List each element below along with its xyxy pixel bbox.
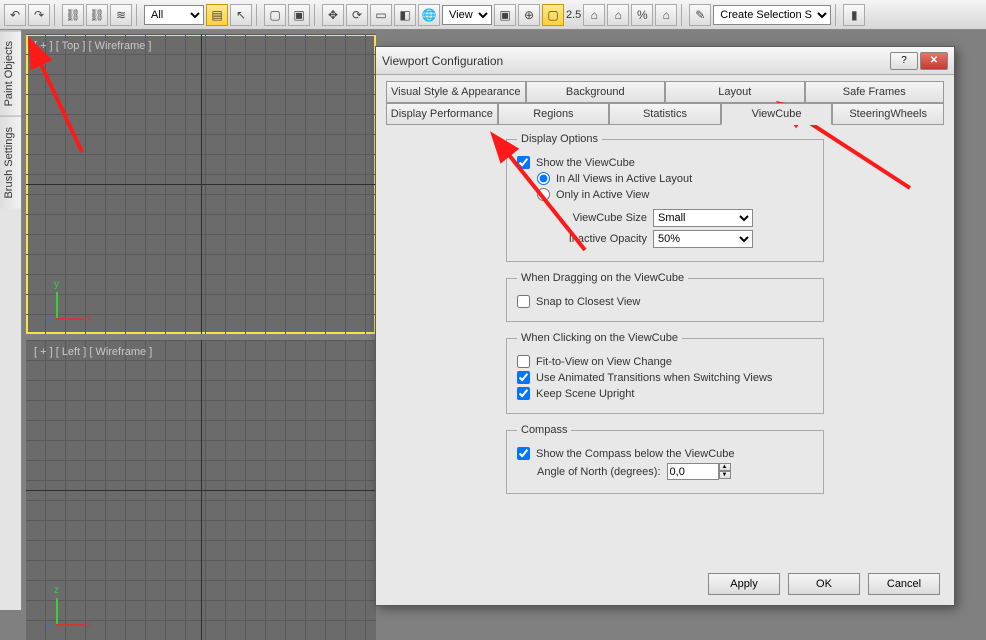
checkbox-snap-closest[interactable] (517, 295, 530, 308)
label-viewcube-size: ViewCube Size (537, 212, 647, 224)
filter-dropdown[interactable]: All (144, 5, 204, 25)
label-inactive-opacity: Inactive Opacity (537, 233, 647, 245)
fieldset-when-dragging: When Dragging on the ViewCube Snap to Cl… (506, 272, 824, 322)
undo-icon[interactable]: ↶ (4, 4, 26, 26)
spinner-snap-icon[interactable]: ⌂ (655, 4, 677, 26)
snap-toggle-icon[interactable]: ⌂ (583, 4, 605, 26)
fieldset-when-clicking: When Clicking on the ViewCube Fit-to-Vie… (506, 332, 824, 414)
label-fit-to-view: Fit-to-View on View Change (536, 356, 672, 368)
tab-safe-frames[interactable]: Safe Frames (805, 81, 945, 103)
legend-display-options: Display Options (517, 133, 602, 145)
angle-snap-icon[interactable]: ⌂ (607, 4, 629, 26)
label-show-compass: Show the Compass below the ViewCube (536, 448, 735, 460)
main-toolbar: ↶ ↷ ⛓ ⛓ ≋ All ▤ ↖ ▢ ▣ ✥ ⟳ ▭ ◧ 🌐 View ▣ ⊕… (0, 0, 986, 30)
checkbox-keep-upright[interactable] (517, 387, 530, 400)
select-viewcube-size[interactable]: Small (653, 209, 753, 227)
mirror-icon[interactable]: ▮ (843, 4, 865, 26)
earth-icon[interactable]: 🌐 (418, 4, 440, 26)
side-tab-brush-settings[interactable]: Brush Settings (0, 116, 21, 209)
label-keep-upright: Keep Scene Upright (536, 388, 634, 400)
pivot-icon[interactable]: ▣ (494, 4, 516, 26)
checkbox-show-viewcube[interactable] (517, 156, 530, 169)
unlink-icon[interactable]: ⛓ (86, 4, 108, 26)
side-tabs: Paint Objects Brush Settings (0, 30, 22, 610)
ok-button[interactable]: OK (788, 573, 860, 595)
placement-icon[interactable]: ◧ (394, 4, 416, 26)
named-selection-dropdown[interactable]: Create Selection Se (713, 5, 831, 25)
viewport-left-label[interactable]: [ + ] [ Left ] [ Wireframe ] (34, 346, 152, 358)
label-animated-transitions: Use Animated Transitions when Switching … (536, 372, 772, 384)
label-angle-north: Angle of North (degrees): (537, 466, 661, 478)
legend-compass: Compass (517, 424, 571, 436)
select-cursor-icon[interactable]: ↖ (230, 4, 252, 26)
tab-statistics[interactable]: Statistics (609, 103, 721, 125)
viewport-left[interactable]: [ + ] [ Left ] [ Wireframe ] zxy (26, 340, 376, 640)
tab-visual-style[interactable]: Visual Style & Appearance (386, 81, 526, 103)
fieldset-compass: Compass Show the Compass below the ViewC… (506, 424, 824, 494)
select-inactive-opacity[interactable]: 50% (653, 230, 753, 248)
label-in-all-views: In All Views in Active Layout (556, 173, 692, 185)
selection-lock-icon[interactable]: ▢ (542, 4, 564, 26)
checkbox-fit-to-view[interactable] (517, 355, 530, 368)
bind-icon[interactable]: ≋ (110, 4, 132, 26)
side-tab-paint-objects[interactable]: Paint Objects (0, 30, 21, 116)
scale-icon[interactable]: ▭ (370, 4, 392, 26)
viewport-configuration-dialog: Viewport Configuration ? ✕ Visual Style … (375, 46, 955, 606)
radio-only-active[interactable] (537, 188, 550, 201)
legend-when-dragging: When Dragging on the ViewCube (517, 272, 688, 284)
checkbox-show-compass[interactable] (517, 447, 530, 460)
dialog-title: Viewport Configuration (382, 54, 503, 68)
select-region-icon[interactable]: ▢ (264, 4, 286, 26)
tab-layout[interactable]: Layout (665, 81, 805, 103)
percent-snap-icon[interactable]: % (631, 4, 653, 26)
label-only-active: Only in Active View (556, 189, 649, 201)
edit-named-icon[interactable]: ✎ (689, 4, 711, 26)
move-icon[interactable]: ✥ (322, 4, 344, 26)
checkbox-animated-transitions[interactable] (517, 371, 530, 384)
select-window-icon[interactable]: ▣ (288, 4, 310, 26)
snap-value: 2.5 (566, 9, 581, 21)
viewport-top-label[interactable]: [ + ] [ Top ] [ Wireframe ] (34, 40, 151, 52)
legend-when-clicking: When Clicking on the ViewCube (517, 332, 682, 344)
close-button[interactable]: ✕ (920, 52, 948, 70)
label-snap-closest: Snap to Closest View (536, 296, 640, 308)
help-button[interactable]: ? (890, 52, 918, 70)
cancel-button[interactable]: Cancel (868, 573, 940, 595)
radio-in-all-views[interactable] (537, 172, 550, 185)
tab-background[interactable]: Background (526, 81, 666, 103)
viewport-top[interactable]: [ + ] [ Top ] [ Wireframe ] yxz (26, 34, 376, 334)
input-angle-north[interactable] (667, 463, 719, 480)
tab-viewcube[interactable]: ViewCube (721, 103, 833, 125)
spinner-up-icon[interactable]: ▲ (719, 463, 731, 471)
spinner-down-icon[interactable]: ▼ (719, 471, 731, 479)
tab-regions[interactable]: Regions (498, 103, 610, 125)
rotate-icon[interactable]: ⟳ (346, 4, 368, 26)
link-icon[interactable]: ⛓ (62, 4, 84, 26)
redo-icon[interactable]: ↷ (28, 4, 50, 26)
fieldset-display-options: Display Options Show the ViewCube In All… (506, 133, 824, 262)
dialog-tabs: Visual Style & Appearance Background Lay… (386, 81, 944, 125)
tab-steeringwheels[interactable]: SteeringWheels (832, 103, 944, 125)
refcoord-dropdown[interactable]: View (442, 5, 492, 25)
dialog-titlebar[interactable]: Viewport Configuration ? ✕ (376, 47, 954, 75)
manip-icon[interactable]: ⊕ (518, 4, 540, 26)
apply-button[interactable]: Apply (708, 573, 780, 595)
label-show-viewcube: Show the ViewCube (536, 157, 635, 169)
select-object-icon[interactable]: ▤ (206, 4, 228, 26)
tab-display-performance[interactable]: Display Performance (386, 103, 498, 125)
